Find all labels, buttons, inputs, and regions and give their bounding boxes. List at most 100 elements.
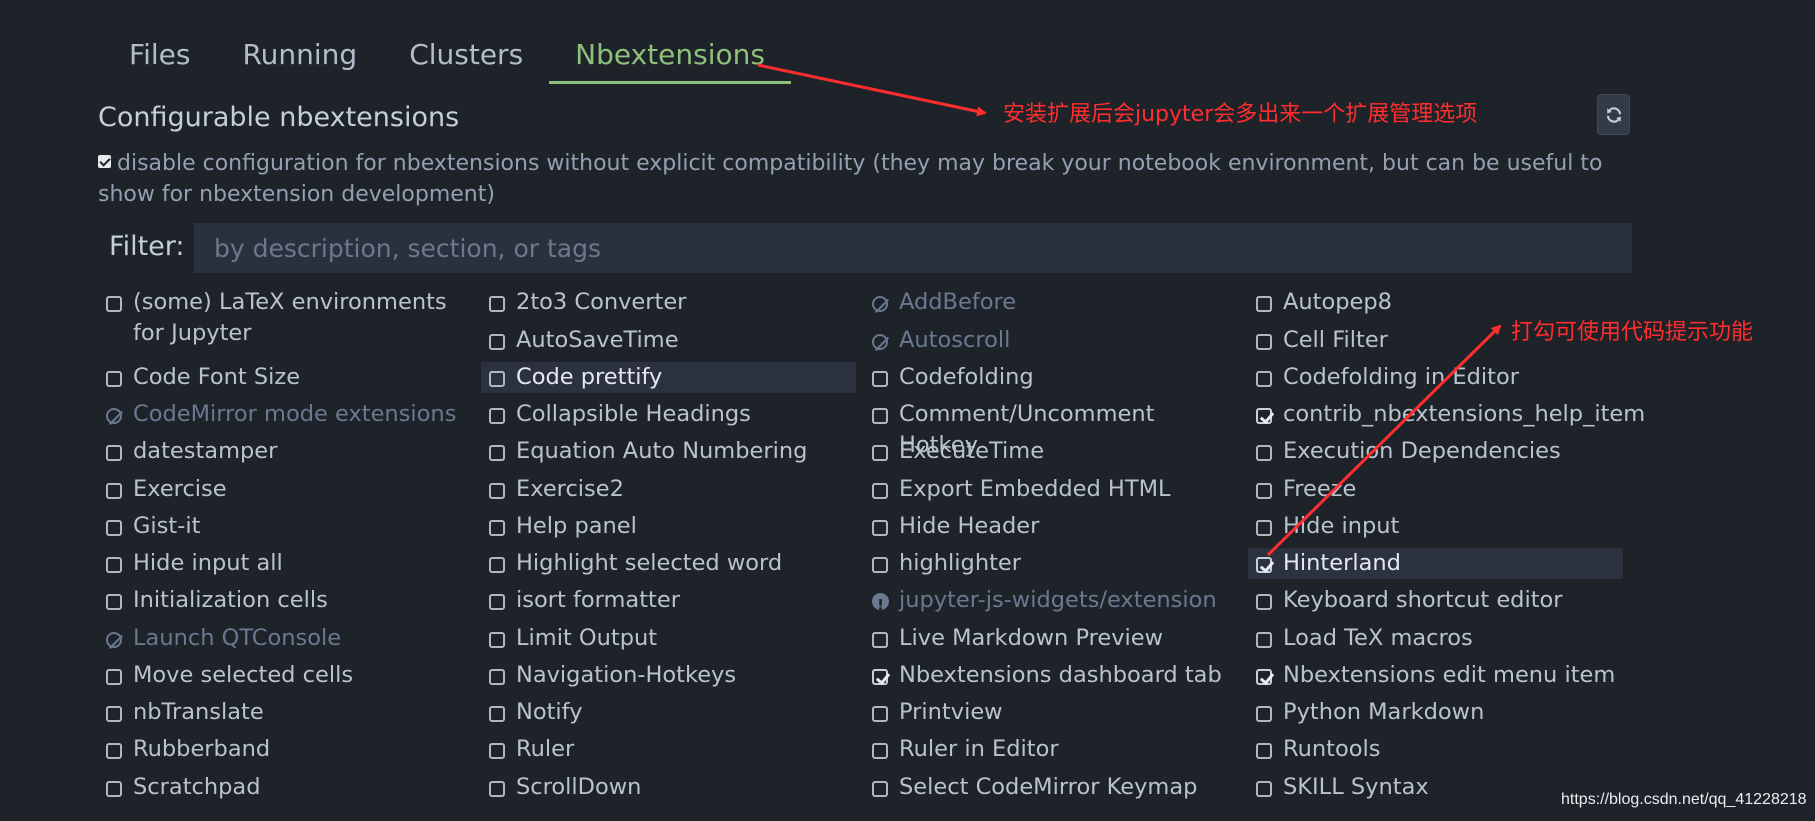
- checkbox-icon[interactable]: [106, 594, 122, 610]
- extension-item[interactable]: highlighter: [864, 548, 1239, 579]
- checkbox-icon[interactable]: [106, 781, 122, 797]
- extension-item[interactable]: Export Embedded HTML: [864, 474, 1239, 505]
- extension-item[interactable]: Scratchpad: [98, 772, 473, 803]
- checkbox-icon[interactable]: [489, 594, 505, 610]
- extension-item[interactable]: Help panel: [481, 511, 856, 542]
- checkbox-icon[interactable]: [1256, 334, 1272, 350]
- extension-item[interactable]: Notify: [481, 697, 856, 728]
- checkbox-icon[interactable]: [1256, 296, 1272, 312]
- extension-item[interactable]: Ruler: [481, 734, 856, 765]
- checkbox-icon[interactable]: [106, 743, 122, 759]
- extension-item[interactable]: Hide input all: [98, 548, 473, 579]
- checkbox-icon[interactable]: [489, 483, 505, 499]
- checkbox-icon[interactable]: [1256, 445, 1272, 461]
- extension-item[interactable]: Navigation-Hotkeys: [481, 660, 856, 691]
- extension-item[interactable]: Runtools: [1248, 734, 1623, 765]
- checkbox-icon[interactable]: [106, 445, 122, 461]
- checkbox-icon[interactable]: [1256, 632, 1272, 648]
- refresh-button[interactable]: [1597, 94, 1630, 135]
- extension-item[interactable]: Hide input: [1248, 511, 1623, 542]
- checkbox-icon[interactable]: [489, 408, 505, 424]
- extension-item[interactable]: Collapsible Headings: [481, 399, 856, 430]
- checkbox-icon[interactable]: [489, 371, 505, 387]
- tab-nbextensions[interactable]: Nbextensions: [549, 30, 791, 84]
- checkbox-icon[interactable]: [872, 408, 888, 424]
- extension-item[interactable]: Freeze: [1248, 474, 1623, 505]
- checkbox-icon[interactable]: [1256, 520, 1272, 536]
- checkbox-checked-icon[interactable]: [872, 669, 888, 685]
- checkbox-checked-icon[interactable]: [1256, 408, 1272, 424]
- extension-item[interactable]: Limit Output: [481, 623, 856, 654]
- checkbox-icon[interactable]: [872, 632, 888, 648]
- extension-item[interactable]: Exercise: [98, 474, 473, 505]
- checkbox-icon[interactable]: [1256, 594, 1272, 610]
- extension-item[interactable]: Printview: [864, 697, 1239, 728]
- extension-item[interactable]: 2to3 Converter: [481, 287, 856, 318]
- checkbox-icon[interactable]: [1256, 371, 1272, 387]
- extension-item[interactable]: Autoscroll: [864, 325, 1239, 356]
- disable-compat-checkbox[interactable]: [98, 155, 111, 168]
- extension-item[interactable]: Equation Auto Numbering: [481, 436, 856, 467]
- checkbox-icon[interactable]: [872, 781, 888, 797]
- extension-item[interactable]: Rubberband: [98, 734, 473, 765]
- checkbox-icon[interactable]: [106, 483, 122, 499]
- extension-item[interactable]: (some) LaTeX environments for Jupyter: [98, 287, 473, 349]
- extension-item[interactable]: Exercise2: [481, 474, 856, 505]
- extension-item[interactable]: Ruler in Editor: [864, 734, 1239, 765]
- tab-files[interactable]: Files: [103, 30, 216, 82]
- checkbox-icon[interactable]: [872, 706, 888, 722]
- checkbox-icon[interactable]: [1256, 483, 1272, 499]
- checkbox-icon[interactable]: [1256, 781, 1272, 797]
- extension-item[interactable]: Code Font Size: [98, 362, 473, 393]
- tab-clusters[interactable]: Clusters: [383, 30, 549, 82]
- checkbox-icon[interactable]: [489, 669, 505, 685]
- extension-item[interactable]: contrib_nbextensions_help_item: [1248, 399, 1645, 430]
- extension-item[interactable]: Hinterland: [1248, 548, 1623, 579]
- checkbox-icon[interactable]: [106, 371, 122, 387]
- checkbox-icon[interactable]: [1256, 706, 1272, 722]
- extension-item[interactable]: Launch QTConsole: [98, 623, 473, 654]
- extension-item[interactable]: Nbextensions edit menu item: [1248, 660, 1623, 691]
- extension-item[interactable]: Initialization cells: [98, 585, 473, 616]
- extension-item[interactable]: AutoSaveTime: [481, 325, 856, 356]
- extension-item[interactable]: ExecuteTime: [864, 436, 1239, 467]
- extension-item[interactable]: Gist-it: [98, 511, 473, 542]
- checkbox-icon[interactable]: [872, 371, 888, 387]
- extension-item[interactable]: nbTranslate: [98, 697, 473, 728]
- checkbox-icon[interactable]: [106, 557, 122, 573]
- checkbox-icon[interactable]: [872, 520, 888, 536]
- extension-item[interactable]: Load TeX macros: [1248, 623, 1623, 654]
- checkbox-checked-icon[interactable]: [1256, 669, 1272, 685]
- tab-running[interactable]: Running: [216, 30, 383, 82]
- checkbox-icon[interactable]: [489, 706, 505, 722]
- extension-item[interactable]: Move selected cells: [98, 660, 473, 691]
- extension-item[interactable]: Hide Header: [864, 511, 1239, 542]
- checkbox-icon[interactable]: [872, 557, 888, 573]
- checkbox-icon[interactable]: [489, 632, 505, 648]
- checkbox-icon[interactable]: [872, 483, 888, 499]
- extension-item[interactable]: Live Markdown Preview: [864, 623, 1239, 654]
- extension-item[interactable]: CodeMirror mode extensions: [98, 399, 473, 430]
- extension-item[interactable]: isort formatter: [481, 585, 856, 616]
- checkbox-icon[interactable]: [106, 669, 122, 685]
- checkbox-icon[interactable]: [489, 520, 505, 536]
- checkbox-icon[interactable]: [489, 334, 505, 350]
- extension-item[interactable]: ScrollDown: [481, 772, 856, 803]
- filter-input[interactable]: [194, 223, 1632, 273]
- extension-item[interactable]: Nbextensions dashboard tab: [864, 660, 1239, 691]
- extension-item[interactable]: Execution Dependencies: [1248, 436, 1623, 467]
- extension-item[interactable]: Codefolding: [864, 362, 1239, 393]
- checkbox-icon[interactable]: [489, 557, 505, 573]
- checkbox-icon[interactable]: [489, 296, 505, 312]
- checkbox-icon[interactable]: [872, 445, 888, 461]
- checkbox-icon[interactable]: [106, 296, 122, 312]
- checkbox-icon[interactable]: [872, 743, 888, 759]
- checkbox-checked-icon[interactable]: [1256, 557, 1272, 573]
- extension-item[interactable]: Highlight selected word: [481, 548, 856, 579]
- checkbox-icon[interactable]: [489, 781, 505, 797]
- extension-item[interactable]: datestamper: [98, 436, 473, 467]
- checkbox-icon[interactable]: [489, 445, 505, 461]
- extension-item[interactable]: Python Markdown: [1248, 697, 1623, 728]
- extension-item[interactable]: Select CodeMirror Keymap: [864, 772, 1239, 803]
- checkbox-icon[interactable]: [106, 520, 122, 536]
